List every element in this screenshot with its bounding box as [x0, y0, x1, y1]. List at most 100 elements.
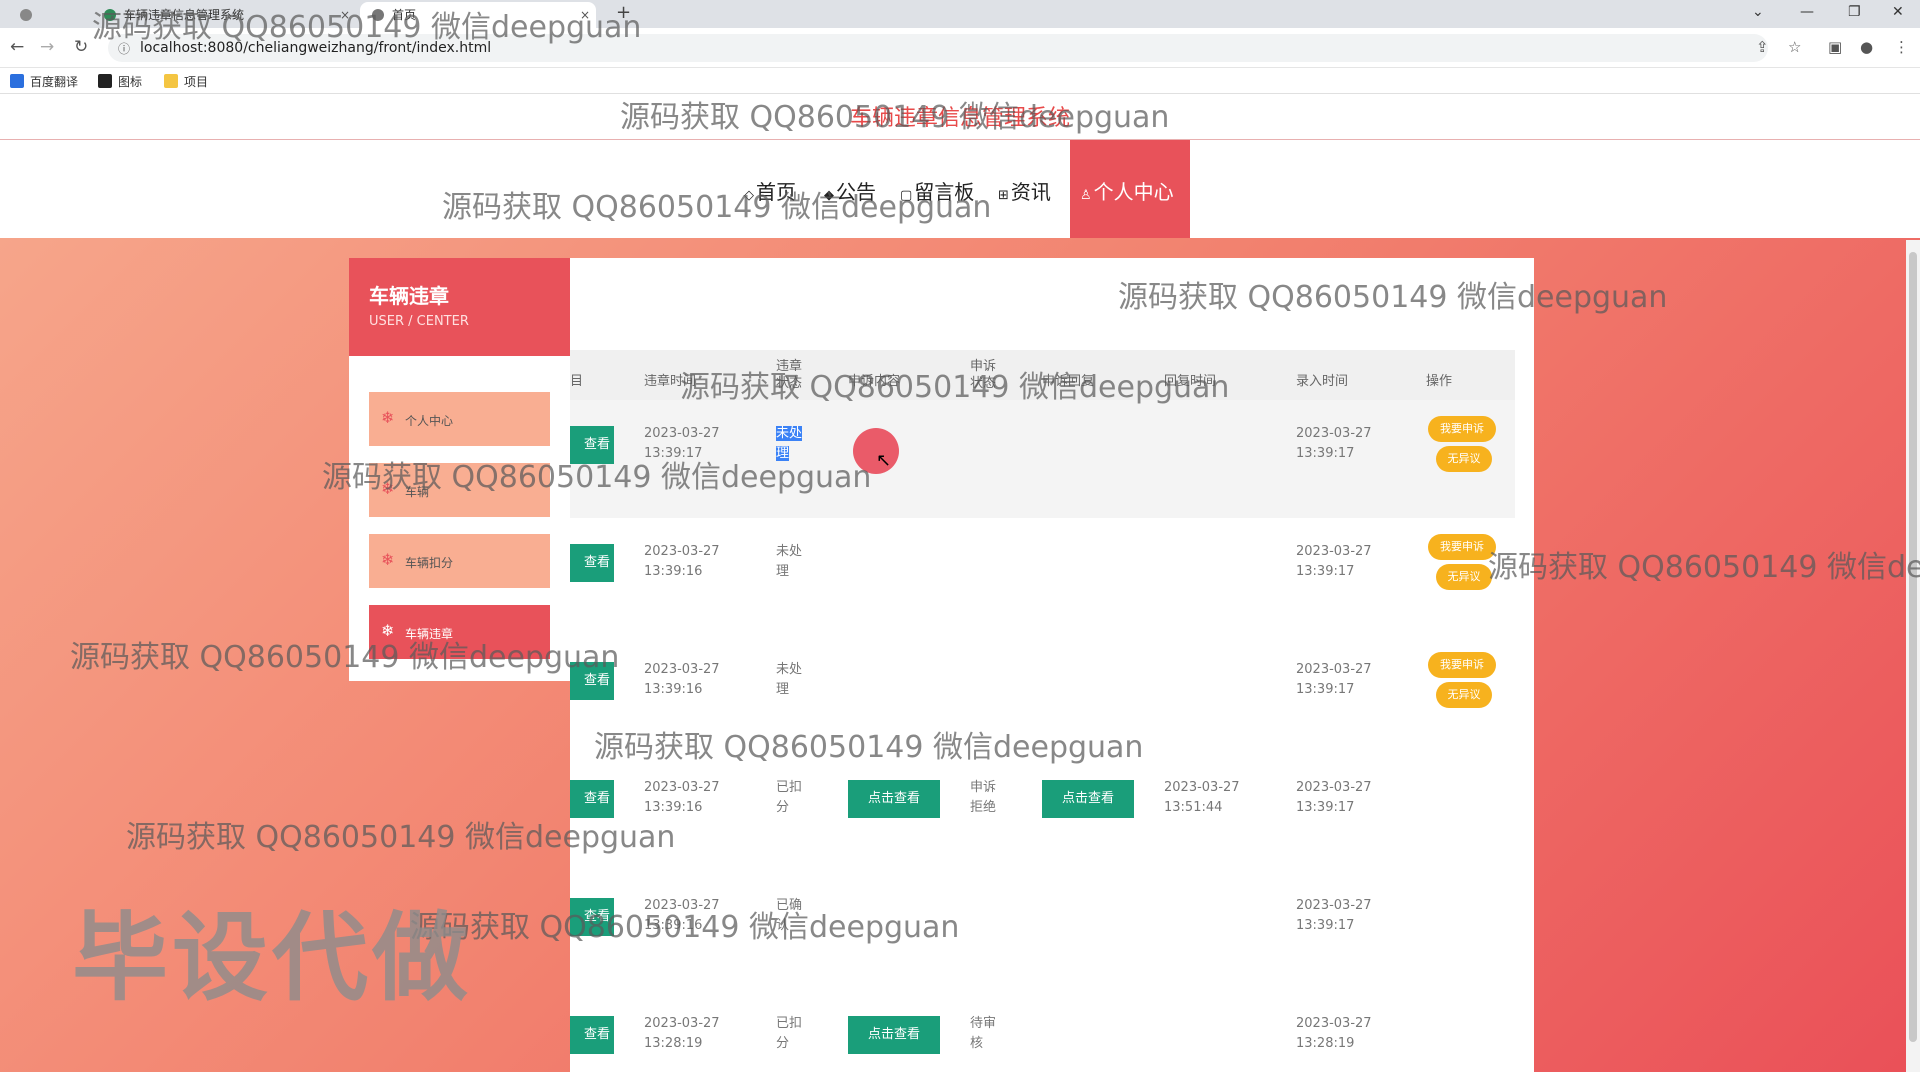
minimize-icon[interactable]: — [1800, 4, 1814, 20]
globe-icon [20, 9, 32, 21]
appeal-button[interactable]: 我要申诉 [1428, 534, 1496, 560]
url-text: localhost:8080/cheliangweizhang/front/in… [140, 40, 492, 56]
bookmark-star-icon[interactable]: ☆ [1788, 38, 1801, 56]
restore-icon[interactable]: ❐ [1848, 4, 1861, 20]
page-scrollbar[interactable] [1906, 240, 1920, 1072]
sidebar-item-vehicle-points[interactable]: ❄ 车辆扣分 [369, 534, 550, 588]
entry-time: 2023-03-27 13:39:17 [1296, 780, 1372, 815]
profile-icon[interactable]: ● [1860, 38, 1873, 56]
table-row: 查看 2023-03-27 13:28:19 已扣分 点击查看 待审核 2023-… [570, 990, 1515, 1072]
sidepanel-icon[interactable]: ▣ [1828, 38, 1842, 56]
appeal-content-button[interactable]: 点击查看 [848, 780, 940, 818]
view-button[interactable]: 查看 [570, 544, 614, 582]
bookmarks-bar: 百度翻译 图标 项目 [0, 68, 1920, 94]
reload-icon[interactable]: ↻ [74, 37, 88, 57]
violation-status: 未处理 [776, 544, 803, 579]
mouse-cursor-icon: ↖ [876, 450, 892, 471]
violation-time: 2023-03-27 13:39:16 [644, 544, 720, 579]
col-header: 回复时间 [1164, 374, 1217, 389]
table-row: 查看 2023-03-27 13:39:16 未处理 2023-03-27 13:3… [570, 518, 1515, 636]
user-icon: ♙ [1080, 188, 1092, 203]
info-icon: ⓘ [118, 42, 131, 56]
violation-table-card: 目 违章时间 违章 状态 申诉内容 申诉 状态 申诉回复 回复时间 录入时间 操… [570, 258, 1534, 1072]
close-window-icon[interactable]: ✕ [1892, 4, 1904, 20]
sidebar-header: 车辆违章 USER / CENTER [349, 258, 570, 356]
close-icon[interactable]: × [580, 2, 590, 28]
appeal-button[interactable]: 我要申诉 [1428, 652, 1496, 678]
watermark-large: 毕设代做 [72, 902, 472, 1014]
sidebar-title: 车辆违章 [369, 284, 449, 308]
col-header: 操作 [1426, 374, 1453, 389]
no-objection-button[interactable]: 无异议 [1436, 682, 1492, 708]
table-header: 目 违章时间 违章 状态 申诉内容 申诉 状态 申诉回复 回复时间 录入时间 操… [570, 350, 1515, 400]
table-row: 查看 2023-03-27 13:39:16 未处理 2023-03-27 13:3… [570, 636, 1515, 754]
forward-icon[interactable]: → [40, 37, 54, 57]
sidebar-item-vehicle[interactable]: ❄ 车辆 [369, 463, 550, 517]
share-icon[interactable]: ⇪ [1756, 38, 1769, 56]
megaphone-icon: ◆ [824, 188, 834, 203]
appeal-status: 待审核 [970, 1016, 997, 1051]
main-nav: ◇ 首页 ◆ 公告 ▢ 留言板 ⊞ 资讯 ♙ 个人中心 [0, 140, 1920, 238]
address-toolbar: ← → ↻ ⓘ localhost:8080/cheliangweizhang/… [0, 28, 1920, 68]
entry-time: 2023-03-27 13:39:17 [1296, 426, 1372, 461]
view-button[interactable]: 查看 [570, 780, 614, 818]
user-center-sidebar: 车辆违章 USER / CENTER ❄ 个人中心 ❄ 车辆 ❄ 车辆扣分 ❄ 车辆违章 [349, 258, 570, 681]
violation-time: 2023-03-27 13:28:19 [644, 1016, 720, 1051]
col-header: 违章 状态 [776, 359, 803, 391]
nav-news[interactable]: ⊞ 资讯 [998, 176, 1051, 205]
bookmark-icons[interactable]: 图标 [98, 73, 142, 90]
no-objection-button[interactable]: 无异议 [1436, 446, 1492, 472]
appeal-content-button[interactable]: 点击查看 [848, 1016, 940, 1054]
menu-icon[interactable]: ⋮ [1894, 38, 1909, 56]
entry-time: 2023-03-27 13:28:19 [1296, 1016, 1372, 1051]
site-title: 车辆违章信息管理系统 [849, 106, 1070, 131]
violation-status: 未处理 [776, 426, 803, 461]
appeal-status: 申诉 拒绝 [970, 780, 997, 815]
folder-icon [164, 74, 178, 88]
view-button[interactable]: 查看 [570, 662, 614, 700]
violation-time: 2023-03-27 13:39:16 [644, 662, 720, 697]
tab-search-icon[interactable]: ⌄ [1752, 4, 1764, 20]
violation-status: 未处理 [776, 662, 803, 697]
tab-favicon-globe[interactable] [8, 2, 48, 28]
image-icon [98, 74, 112, 88]
entry-time: 2023-03-27 13:39:17 [1296, 544, 1372, 579]
tab-blank[interactable] [50, 2, 90, 28]
close-icon[interactable]: × [340, 2, 350, 28]
violation-time: 2023-03-27 13:39:16 [644, 898, 720, 933]
home-icon: ◇ [744, 188, 754, 203]
nav-home[interactable]: ◇ 首页 [744, 176, 796, 205]
tab-home[interactable]: 首页 × [360, 2, 596, 28]
violation-status: 已确认 [776, 898, 803, 933]
bookmark-project-folder[interactable]: 项目 [164, 73, 208, 90]
table-row: 查看 2023-03-27 13:39:17 未处理 2023-03-27 13:3… [570, 400, 1515, 518]
violation-time: 2023-03-27 13:39:17 [644, 426, 720, 461]
tab-system[interactable]: 车辆违章信息管理系统 × [92, 2, 356, 28]
sidebar-subtitle: USER / CENTER [369, 314, 469, 329]
appeal-reply-button[interactable]: 点击查看 [1042, 780, 1134, 818]
view-button[interactable]: 查看 [570, 1016, 614, 1054]
entry-time: 2023-03-27 13:39:17 [1296, 898, 1372, 933]
nav-user-center[interactable]: ♙ 个人中心 [1070, 140, 1190, 238]
nav-message-board[interactable]: ▢ 留言板 [900, 176, 974, 205]
sidebar-item-vehicle-violation[interactable]: ❄ 车辆违章 [369, 605, 550, 659]
back-icon[interactable]: ← [10, 37, 24, 57]
tab-label: 车辆违章信息管理系统 [124, 8, 245, 22]
snowflake-icon: ❄ [381, 479, 395, 498]
col-header: 申诉 状态 [970, 359, 997, 391]
view-button[interactable]: 查看 [570, 426, 614, 464]
scrollbar-thumb[interactable] [1909, 252, 1917, 1042]
appeal-button[interactable]: 我要申诉 [1428, 416, 1496, 442]
no-objection-button[interactable]: 无异议 [1436, 564, 1492, 590]
col-header: 违章时间 [644, 374, 697, 389]
tab-label: 首页 [392, 8, 417, 22]
nav-announcement[interactable]: ◆ 公告 [824, 176, 876, 205]
view-button[interactable]: 查看 [570, 898, 614, 936]
table-row: 查看 2023-03-27 13:39:16 已扣分 点击查看 申诉 拒绝 点击查看… [570, 754, 1515, 872]
new-tab-button[interactable]: + [616, 2, 631, 23]
sidebar-item-user-center[interactable]: ❄ 个人中心 [369, 392, 550, 446]
bookmark-baidu-translate[interactable]: 百度翻译 [10, 73, 78, 90]
address-field[interactable]: ⓘ localhost:8080/cheliangweizhang/front/… [108, 34, 1768, 62]
snowflake-icon: ❄ [381, 621, 395, 640]
snowflake-icon: ❄ [381, 550, 395, 569]
